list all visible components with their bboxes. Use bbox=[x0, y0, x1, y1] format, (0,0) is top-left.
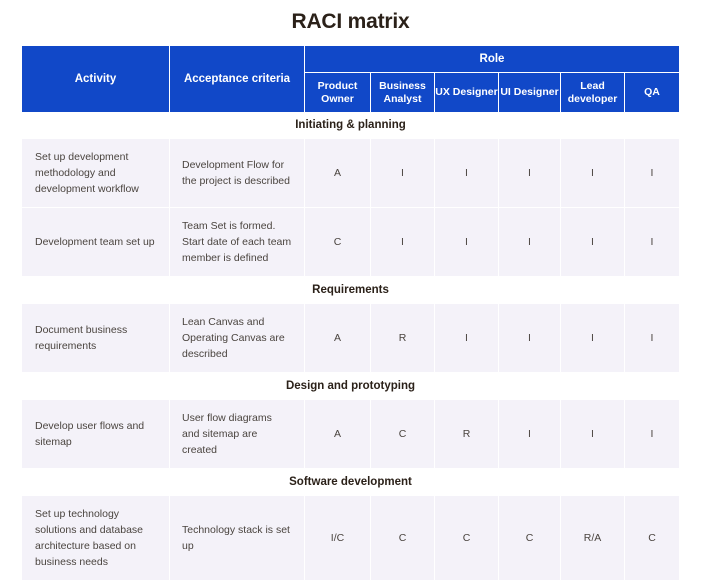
section-header: Design and prototyping bbox=[22, 373, 679, 400]
column-header-acceptance-criteria: Acceptance criteria bbox=[170, 46, 305, 112]
cell-activity: Set up development methodology and devel… bbox=[22, 139, 170, 207]
cell-activity: Development team set up bbox=[22, 208, 170, 276]
cell-assignment: A bbox=[305, 400, 371, 468]
cell-assignment: A bbox=[305, 139, 371, 207]
role-subheaders: Product Owner Business Analyst UX Design… bbox=[305, 73, 679, 112]
section-header: Requirements bbox=[22, 277, 679, 304]
cell-assignment: C bbox=[371, 496, 435, 580]
cell-assignment: C bbox=[371, 400, 435, 468]
cell-activity: Document business requirements bbox=[22, 304, 170, 372]
raci-matrix-page: RACI matrix Activity Acceptance criteria… bbox=[0, 0, 701, 580]
cell-acceptance-criteria: Lean Canvas and Operating Canvas are des… bbox=[170, 304, 305, 372]
cell-assignment: I bbox=[371, 208, 435, 276]
cell-assignment: I bbox=[561, 400, 625, 468]
table-row: Document business requirements Lean Canva… bbox=[22, 304, 679, 373]
column-header-ux-designer: UX Designer bbox=[435, 73, 499, 112]
cell-acceptance-criteria: Development Flow for the project is desc… bbox=[170, 139, 305, 207]
raci-table: Activity Acceptance criteria Role Produc… bbox=[22, 46, 679, 580]
cell-assignment: C bbox=[305, 208, 371, 276]
cell-activity: Set up technology solutions and database… bbox=[22, 496, 170, 580]
cell-assignment: I bbox=[499, 139, 561, 207]
column-header-qa: QA bbox=[625, 73, 679, 112]
table-body: Initiating & planning Set up development … bbox=[22, 112, 679, 580]
role-group-label: Role bbox=[305, 46, 679, 73]
cell-assignment: C bbox=[625, 496, 679, 580]
section-header: Initiating & planning bbox=[22, 112, 679, 139]
cell-assignment: I bbox=[435, 304, 499, 372]
table-row: Develop user flows and sitemap User flow … bbox=[22, 400, 679, 469]
cell-assignment: R bbox=[435, 400, 499, 468]
cell-assignment: I bbox=[499, 208, 561, 276]
column-header-product-owner: Product Owner bbox=[305, 73, 371, 112]
cell-assignment: I bbox=[371, 139, 435, 207]
cell-assignment: I bbox=[625, 304, 679, 372]
column-header-business-analyst: Business Analyst bbox=[371, 73, 435, 112]
table-row: Set up development methodology and devel… bbox=[22, 139, 679, 208]
cell-acceptance-criteria: User flow diagrams and sitemap are creat… bbox=[170, 400, 305, 468]
table-row: Set up technology solutions and database… bbox=[22, 496, 679, 580]
table-header: Activity Acceptance criteria Role Produc… bbox=[22, 46, 679, 112]
cell-activity: Develop user flows and sitemap bbox=[22, 400, 170, 468]
section-header: Software development bbox=[22, 469, 679, 496]
cell-assignment: C bbox=[499, 496, 561, 580]
cell-assignment: I bbox=[435, 139, 499, 207]
cell-assignment: I/C bbox=[305, 496, 371, 580]
column-header-role-group: Role Product Owner Business Analyst UX D… bbox=[305, 46, 679, 112]
cell-assignment: I bbox=[625, 400, 679, 468]
page-title: RACI matrix bbox=[291, 10, 410, 33]
cell-acceptance-criteria: Technology stack is set up bbox=[170, 496, 305, 580]
cell-assignment: I bbox=[499, 400, 561, 468]
cell-assignment: R/A bbox=[561, 496, 625, 580]
cell-assignment: I bbox=[561, 208, 625, 276]
column-header-lead-developer: Lead developer bbox=[561, 73, 625, 112]
cell-acceptance-criteria: Team Set is formed. Start date of each t… bbox=[170, 208, 305, 276]
cell-assignment: R bbox=[371, 304, 435, 372]
cell-assignment: I bbox=[435, 208, 499, 276]
cell-assignment: A bbox=[305, 304, 371, 372]
cell-assignment: I bbox=[625, 208, 679, 276]
cell-assignment: I bbox=[561, 139, 625, 207]
table-row: Development team set up Team Set is forme… bbox=[22, 208, 679, 277]
column-header-ui-designer: UI Designer bbox=[499, 73, 561, 112]
cell-assignment: I bbox=[561, 304, 625, 372]
cell-assignment: C bbox=[435, 496, 499, 580]
column-header-activity: Activity bbox=[22, 46, 170, 112]
cell-assignment: I bbox=[499, 304, 561, 372]
cell-assignment: I bbox=[625, 139, 679, 207]
